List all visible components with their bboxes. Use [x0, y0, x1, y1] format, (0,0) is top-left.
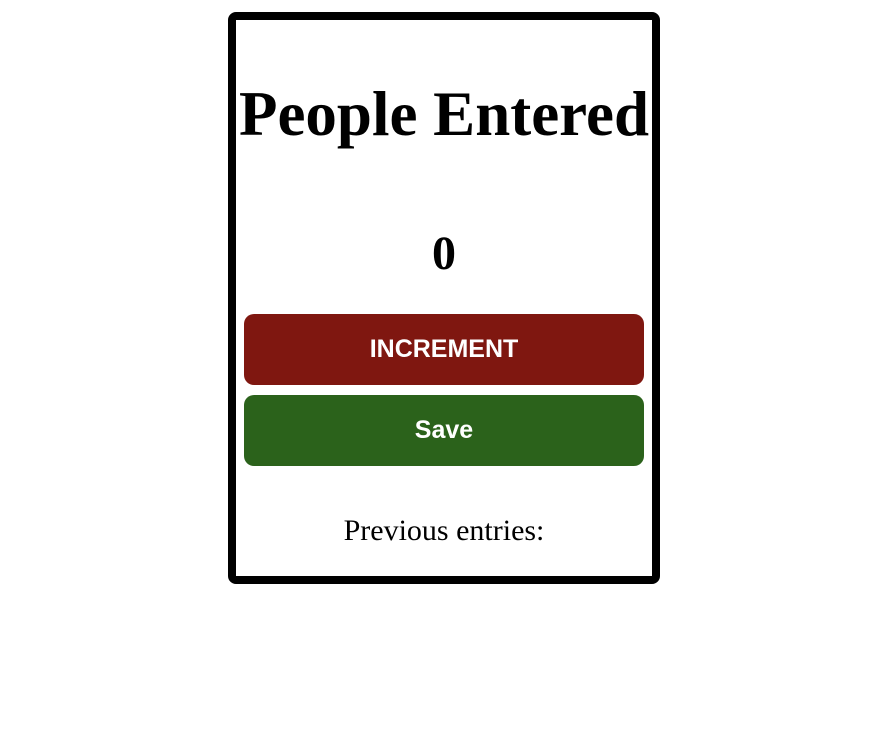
count-display: 0 — [432, 227, 456, 280]
counter-card: People Entered 0 INCREMENT Save Previous… — [228, 12, 660, 584]
previous-entries-label: Previous entries: — [343, 514, 545, 547]
increment-button[interactable]: INCREMENT — [244, 314, 644, 385]
save-button[interactable]: Save — [244, 395, 644, 466]
page-title: People Entered — [238, 79, 650, 149]
